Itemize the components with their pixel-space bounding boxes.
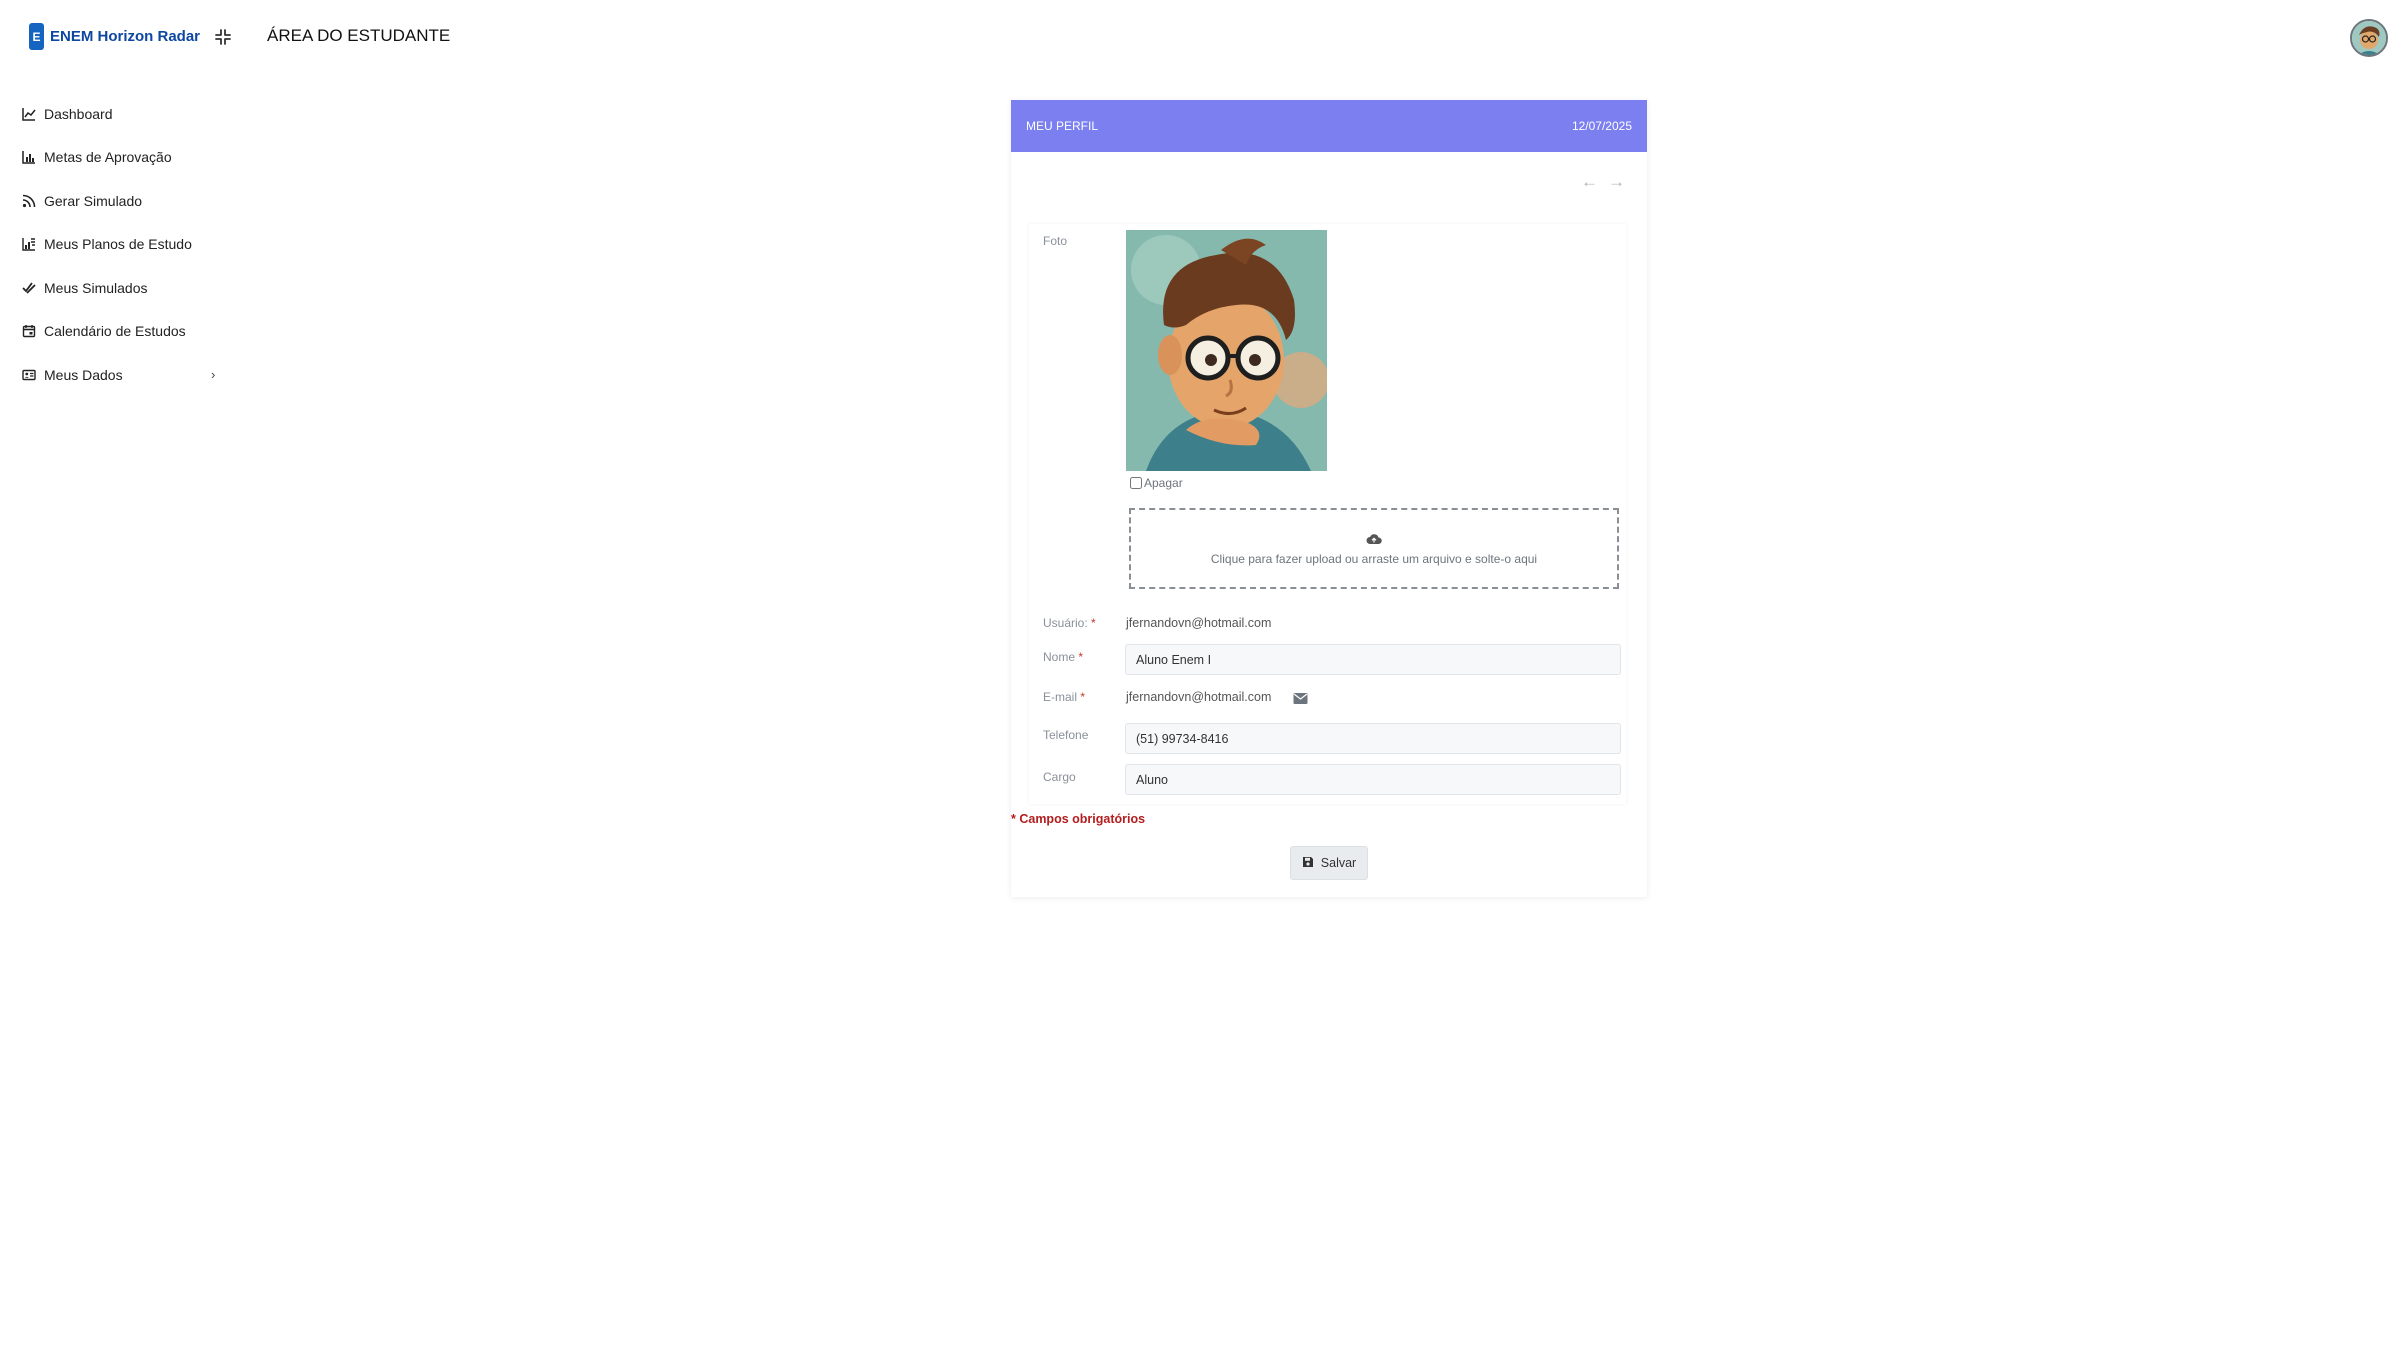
required-asterisk: * [1080, 690, 1086, 704]
card-title: MEU PERFIL [1026, 119, 1099, 133]
cargo-input[interactable] [1125, 764, 1621, 795]
profile-form: Foto Apagar Clique para fazer upload ou … [1029, 224, 1626, 804]
record-navigation: ← → [1581, 172, 1625, 192]
email-value: jfernandovn@hotmail.com [1126, 690, 1272, 704]
nome-input[interactable] [1125, 644, 1621, 675]
sidebar: Dashboard Metas de Aprovação Gerar Simul… [0, 92, 240, 397]
chart-list-icon [22, 237, 36, 251]
sidebar-item-label: Meus Dados [44, 366, 123, 383]
profile-card: MEU PERFIL 12/07/2025 ← → Foto Apagar Cl… [1011, 100, 1647, 897]
telefone-input[interactable] [1125, 723, 1621, 754]
arrow-left-icon[interactable]: ← [1581, 172, 1598, 192]
sidebar-item-gerar-simulado[interactable]: Gerar Simulado [0, 179, 240, 223]
foto-label: Foto [1043, 234, 1068, 248]
id-card-icon [22, 368, 36, 382]
usuario-label: Usuário: * [1043, 616, 1096, 630]
required-fields-note: * Campos obrigatórios [1011, 812, 1146, 826]
telefone-label: Telefone [1043, 728, 1089, 742]
brand-link[interactable]: E ENEM Horizon Radar [29, 23, 200, 50]
usuario-value: jfernandovn@hotmail.com [1126, 616, 1272, 630]
cargo-label: Cargo [1043, 770, 1076, 784]
upload-dropzone[interactable]: Clique para fazer upload ou arraste um a… [1129, 508, 1619, 589]
line-chart-icon [22, 107, 36, 121]
top-bar: E ENEM Horizon Radar ÁREA DO ESTUDANTE [0, 0, 2400, 76]
profile-photo [1126, 230, 1327, 471]
sidebar-item-calendario[interactable]: Calendário de Estudos [0, 310, 240, 354]
nome-label: Nome * [1043, 650, 1083, 664]
card-date: 12/07/2025 [1571, 119, 1632, 133]
rss-icon [22, 194, 36, 208]
chevron-right-icon: › [211, 367, 216, 383]
brand-logo: E [29, 23, 44, 50]
sidebar-item-label: Dashboard [44, 105, 113, 122]
save-button[interactable]: Salvar [1290, 846, 1368, 880]
nome-label-text: Nome [1043, 650, 1076, 664]
upload-text: Clique para fazer upload ou arraste um a… [1210, 551, 1538, 566]
delete-photo-checkbox[interactable]: Apagar [1130, 476, 1183, 490]
delete-checkbox-input[interactable] [1130, 477, 1142, 489]
usuario-label-text: Usuário: [1043, 616, 1088, 630]
cloud-upload-icon [1366, 532, 1382, 550]
sidebar-item-planos[interactable]: Meus Planos de Estudo [0, 223, 240, 267]
calendar-icon [22, 324, 36, 338]
email-label-text: E-mail [1043, 690, 1078, 704]
email-label: E-mail * [1043, 690, 1085, 704]
envelope-icon[interactable] [1293, 692, 1308, 705]
bar-chart-icon [22, 150, 36, 164]
floppy-disk-icon [1302, 856, 1314, 871]
save-label: Salvar [1320, 856, 1357, 870]
brand-name: ENEM Horizon Radar [50, 28, 201, 45]
sidebar-item-simulados[interactable]: Meus Simulados [0, 266, 240, 310]
sidebar-item-label: Meus Planos de Estudo [44, 236, 192, 253]
sidebar-item-label: Metas de Aprovação [44, 149, 172, 166]
sidebar-item-label: Gerar Simulado [44, 192, 143, 209]
required-asterisk: * [1078, 650, 1084, 664]
page-title: ÁREA DO ESTUDANTE [267, 26, 451, 45]
sidebar-item-dashboard[interactable]: Dashboard [0, 92, 240, 136]
card-header: MEU PERFIL 12/07/2025 [1011, 100, 1647, 152]
arrow-right-icon[interactable]: → [1608, 172, 1625, 192]
sidebar-item-label: Meus Simulados [44, 279, 148, 296]
check-double-icon [22, 281, 36, 295]
delete-label: Apagar [1144, 476, 1183, 490]
sidebar-item-label: Calendário de Estudos [44, 323, 186, 340]
required-asterisk: * [1091, 616, 1096, 630]
collapse-sidebar-icon[interactable] [212, 26, 234, 48]
sidebar-item-meus-dados[interactable]: Meus Dados › [0, 353, 240, 397]
user-avatar[interactable] [2350, 19, 2388, 57]
sidebar-item-metas[interactable]: Metas de Aprovação [0, 136, 240, 180]
